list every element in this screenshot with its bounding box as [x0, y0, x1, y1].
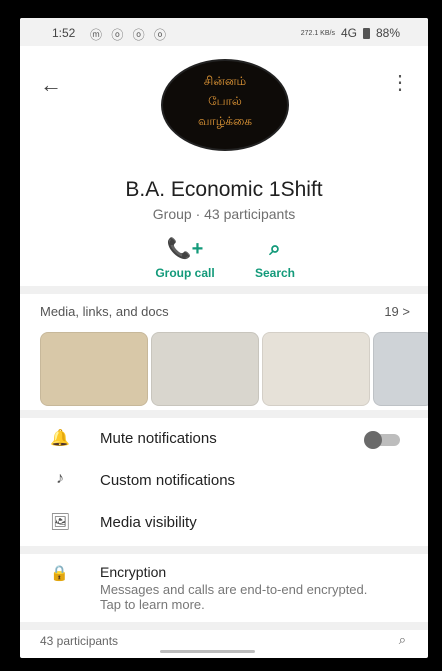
group-call-icon: 📞+ [166, 238, 204, 260]
custom-notifications-row[interactable]: ♪ Custom notifications [20, 460, 428, 502]
media-thumbnail[interactable] [373, 332, 428, 406]
media-thumbnail[interactable] [151, 332, 259, 406]
avatar-text-line-2: போல் [208, 94, 242, 108]
group-avatar[interactable]: சின்னம் போல் வாழ்க்கை [163, 61, 287, 149]
group-call-label: Group call [155, 266, 215, 280]
settings-list: 🔔 Mute notifications ♪ Custom notificati… [20, 418, 428, 546]
group-header: ← ⋮ சின்னம் போல் வாழ்க்கை B.A. Economic … [20, 46, 428, 286]
group-info-screen: 1:52 ⓜ ⓞ ⓞ ⓞ 272.1 KB/s 4G 88% ← ⋮ சின்ன… [20, 18, 428, 658]
media-thumbnail[interactable] [40, 332, 148, 406]
group-call-button[interactable]: 📞+ Group call [150, 238, 220, 280]
section-divider [20, 286, 428, 294]
section-divider [20, 622, 428, 630]
encryption-title: Encryption [100, 564, 167, 580]
search-label: Search [254, 266, 296, 280]
search-participants-icon[interactable]: ⌕ [399, 632, 406, 648]
bell-icon: 🔔 [50, 430, 70, 447]
lock-icon: 🔒 [50, 565, 69, 582]
signal-type: 4G [340, 26, 357, 40]
participants-label: 43 participants [40, 634, 119, 648]
media-thumbnail[interactable] [262, 332, 370, 406]
status-bar: 1:52 ⓜ ⓞ ⓞ ⓞ 272.1 KB/s 4G 88% [20, 18, 428, 46]
media-count-link[interactable]: 19 > [384, 304, 410, 319]
mute-toggle[interactable] [364, 431, 400, 449]
image-icon: 🖼 [50, 514, 71, 531]
custom-notifications-label: Custom notifications [100, 472, 236, 489]
media-section: Media, links, and docs 19 > [20, 294, 428, 406]
section-divider [20, 546, 428, 554]
mute-notifications-row[interactable]: 🔔 Mute notifications [20, 418, 428, 460]
more-options-icon[interactable]: ⋮ [390, 70, 410, 95]
media-visibility-label: Media visibility [100, 514, 197, 531]
toggle-knob [364, 431, 382, 449]
search-button[interactable]: ⌕ Search [240, 238, 310, 280]
media-visibility-row[interactable]: 🖼 Media visibility [20, 502, 428, 544]
search-icon: ⌕ [269, 238, 281, 260]
status-notification-icons: ⓜ ⓞ ⓞ ⓞ [90, 28, 170, 42]
section-divider [20, 410, 428, 418]
avatar-text-line-3: வாழ்க்கை [197, 114, 253, 128]
back-arrow-icon[interactable]: ← [40, 72, 62, 98]
mute-notifications-label: Mute notifications [100, 430, 217, 447]
avatar-text-line-1: சின்னம் [203, 74, 247, 88]
status-right: 272.1 KB/s 4G 88% [301, 26, 400, 40]
battery-percent: 88% [375, 26, 400, 40]
home-indicator [160, 650, 255, 653]
group-name: B.A. Economic 1Shift [125, 178, 323, 201]
network-rate: 272.1 KB/s [300, 29, 335, 37]
battery-icon [362, 27, 370, 39]
media-title: Media, links, and docs [40, 304, 169, 319]
status-time: 1:52 [52, 26, 76, 40]
encryption-description: Messages and calls are end-to-end encryp… [100, 582, 368, 612]
participants-header: 43 participants ⌕ [20, 630, 428, 658]
encryption-row[interactable]: 🔒 Encryption Messages and calls are end-… [20, 554, 428, 614]
group-meta: Group · 43 participants [152, 206, 296, 222]
music-note-icon: ♪ [56, 470, 64, 487]
